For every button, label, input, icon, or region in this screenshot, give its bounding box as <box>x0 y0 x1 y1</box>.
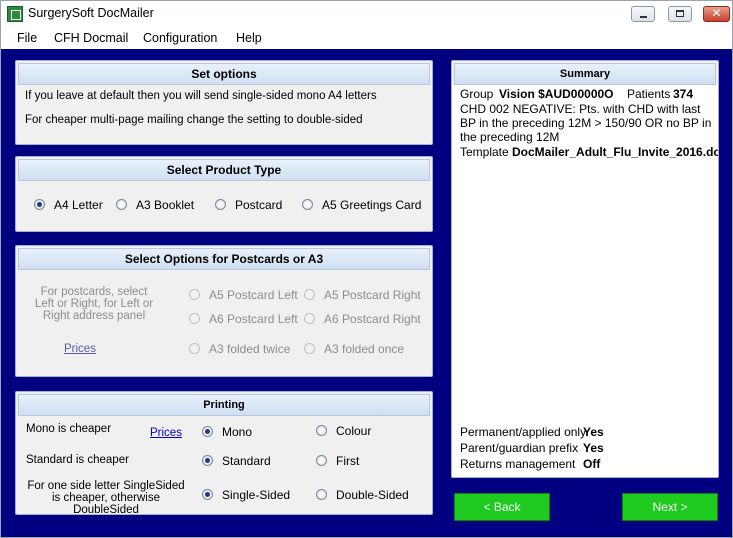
summary-template-value: DocMailer_Adult_Flu_Invite_2016.doc <box>512 145 719 159</box>
close-button[interactable]: ✕ <box>703 6 730 22</box>
set-options-line-1: If you leave at default then you will se… <box>25 90 377 102</box>
radio-label: A3 folded once <box>324 342 405 356</box>
radio-icon <box>316 425 327 436</box>
radio-selected-icon <box>202 489 213 500</box>
next-button[interactable]: Next > <box>622 493 718 521</box>
radio-icon <box>316 455 327 466</box>
product-type-title: Select Product Type <box>18 159 430 181</box>
postcard-prices-link[interactable]: Prices <box>64 343 96 355</box>
radio-label: A3 Booklet <box>136 198 195 212</box>
title-bar[interactable]: SurgerySoft DocMailer ✕ <box>1 1 732 27</box>
radio-label: Single-Sided <box>222 488 291 502</box>
summary-patients-label: Patients <box>627 87 671 101</box>
radio-icon <box>304 289 315 300</box>
radio-label: Postcard <box>235 198 283 212</box>
radio-label: Double-Sided <box>336 488 409 502</box>
summary-title: Summary <box>454 63 716 85</box>
maximize-button[interactable] <box>668 6 692 22</box>
set-options-title: Set options <box>18 63 430 85</box>
radio-label: A5 Postcard Right <box>324 288 421 302</box>
summary-patients-value: 374 <box>673 87 694 101</box>
radio-label: A5 Postcard Left <box>209 288 298 302</box>
summary-group-label: Group <box>460 87 494 101</box>
radio-label: A6 Postcard Left <box>209 312 298 326</box>
radio-label: Colour <box>336 424 372 438</box>
summary-template-label: Template <box>460 145 509 159</box>
radio-selected-icon <box>202 455 213 466</box>
radio-label: A4 Letter <box>54 198 103 212</box>
radio-label: First <box>336 454 360 468</box>
standard-hint: Standard is cheaper <box>26 454 129 466</box>
radio-icon <box>116 199 127 210</box>
postcard-options-panel: Select Options for Postcards or A3 For p… <box>15 245 433 377</box>
summary-parent-value: Yes <box>583 441 604 455</box>
product-type-panel: Select Product Type A4 Letter A3 Booklet… <box>15 156 433 232</box>
minimize-button[interactable] <box>631 6 655 22</box>
summary-permanent-label: Permanent/applied only <box>460 425 587 439</box>
back-button[interactable]: < Back <box>454 493 550 521</box>
menu-help[interactable]: Help <box>236 31 262 45</box>
radio-label: Mono <box>222 425 253 439</box>
window-title: SurgerySoft DocMailer <box>28 6 154 20</box>
radio-label: A5 Greetings Card <box>322 198 422 212</box>
radio-icon <box>189 313 200 324</box>
summary-group-value: Vision $AUD00000O <box>499 87 614 101</box>
app-logo-icon <box>7 6 23 22</box>
menu-cfh-docmail[interactable]: CFH Docmail <box>54 31 128 45</box>
radio-icon <box>302 199 313 210</box>
summary-panel: Summary Group Vision $AUD00000O Patients… <box>451 60 719 478</box>
summary-returns-value: Off <box>583 457 601 471</box>
minimize-icon <box>640 16 647 18</box>
radio-label: Standard <box>222 454 271 468</box>
app-window: SurgerySoft DocMailer ✕ File CFH Docmail… <box>0 0 733 538</box>
set-options-line-2: For cheaper multi-page mailing change th… <box>25 114 363 126</box>
radio-selected-icon <box>202 426 213 437</box>
menu-configuration[interactable]: Configuration <box>143 31 217 45</box>
radio-icon <box>189 343 200 354</box>
radio-icon <box>316 489 327 500</box>
postcard-hint: For postcards, select Left or Right, for… <box>34 286 154 322</box>
printing-title: Printing <box>18 394 430 416</box>
summary-body: Group Vision $AUD00000O Patients 374 CHD… <box>452 85 718 477</box>
summary-description: CHD 002 NEGATIVE: Pts. with CHD with las… <box>460 102 712 144</box>
menu-file[interactable]: File <box>17 31 37 45</box>
printing-panel: Printing Mono is cheaper Prices Mono Col… <box>15 391 433 516</box>
summary-permanent-value: Yes <box>583 425 604 439</box>
menu-bar: File CFH Docmail Configuration Help <box>1 27 732 49</box>
radio-label: A6 Postcard Right <box>324 312 421 326</box>
radio-icon <box>304 343 315 354</box>
postcard-options-title: Select Options for Postcards or A3 <box>18 248 430 270</box>
mono-hint: Mono is cheaper <box>26 423 112 435</box>
radio-icon <box>189 289 200 300</box>
client-area: Set options If you leave at default then… <box>1 49 732 537</box>
close-icon: ✕ <box>711 6 722 20</box>
printing-prices-link[interactable]: Prices <box>150 427 182 439</box>
summary-returns-label: Returns management <box>460 457 576 471</box>
radio-icon <box>215 199 226 210</box>
radio-selected-icon <box>34 199 45 210</box>
set-options-panel: Set options If you leave at default then… <box>15 60 433 145</box>
radio-label: A3 folded twice <box>209 342 291 356</box>
maximize-icon <box>676 10 684 17</box>
summary-parent-label: Parent/guardian prefix <box>460 441 579 455</box>
radio-icon <box>304 313 315 324</box>
sided-hint: For one side letter SingleSided is cheap… <box>27 480 185 516</box>
